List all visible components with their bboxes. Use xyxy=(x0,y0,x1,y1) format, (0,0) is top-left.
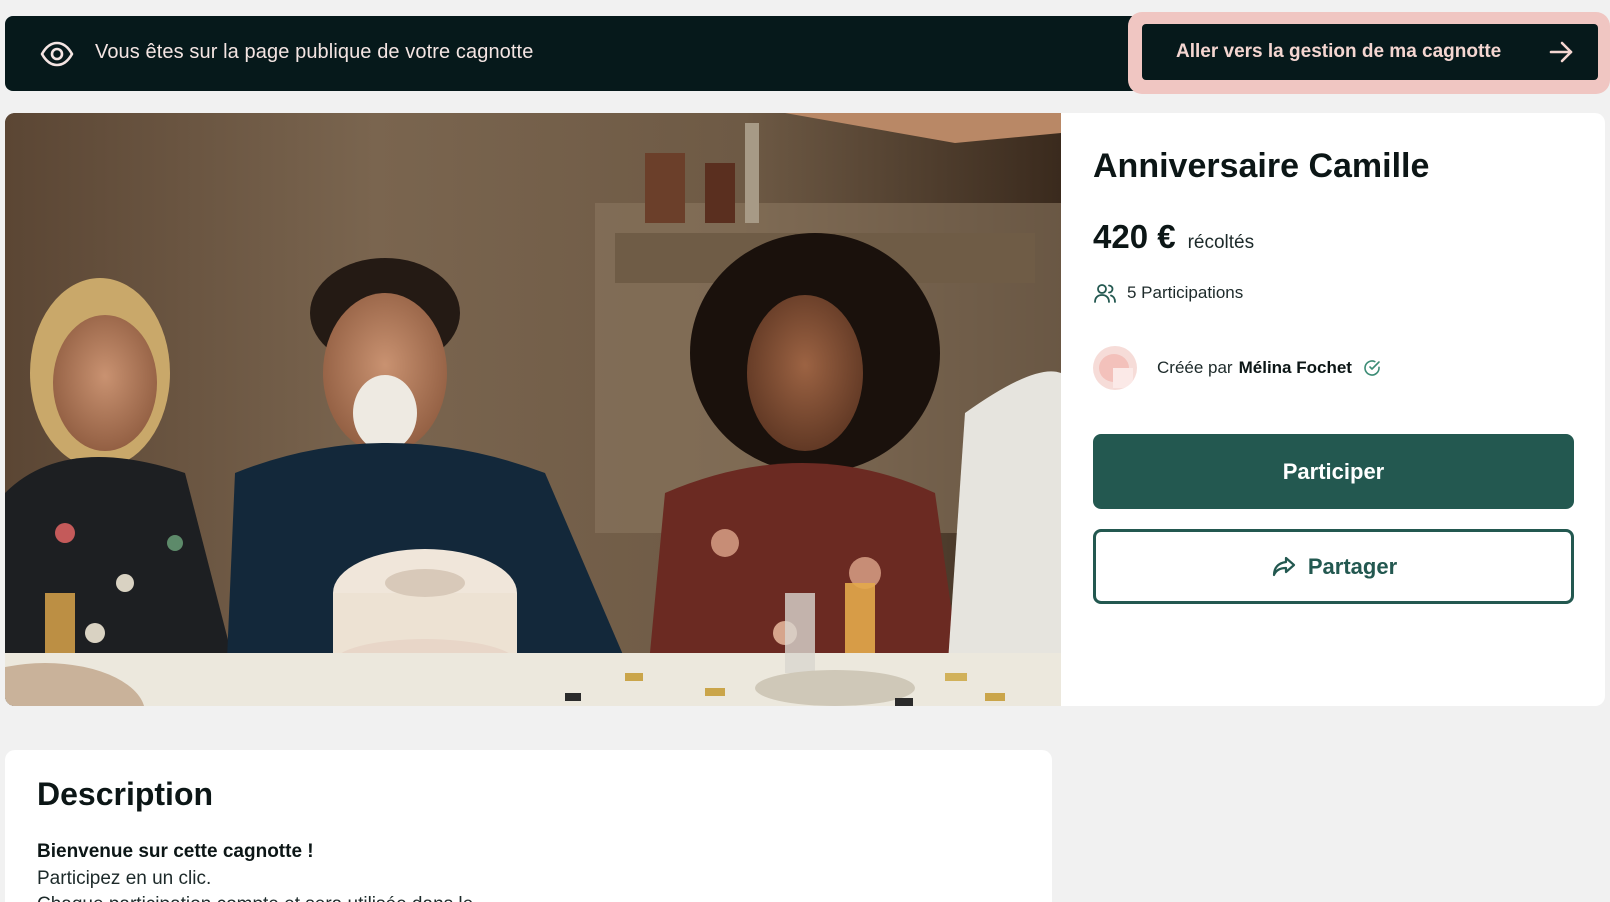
campaign-info-card: Anniversaire Camille 420 € récoltés 5 Pa… xyxy=(1061,113,1605,706)
manage-campaign-button[interactable]: Aller vers la gestion de ma cagnotte xyxy=(1142,24,1598,80)
check-circle-icon xyxy=(1364,360,1380,376)
participants-count: 5 Participations xyxy=(1093,281,1243,305)
arrow-right-icon xyxy=(1549,41,1573,63)
description-title: Description xyxy=(37,776,214,812)
share-button-label: Partager xyxy=(1307,553,1398,579)
page: Vous êtes sur la page publique de votre … xyxy=(0,0,1610,902)
share-icon xyxy=(1272,556,1295,576)
amount-row: 420 € récoltés xyxy=(1093,218,1254,256)
campaign-title: Anniversaire Camille xyxy=(1093,147,1430,185)
description-intro: Bienvenue sur cette cagnotte ! xyxy=(37,841,314,862)
creator-prefix: Créée par xyxy=(1157,358,1233,377)
description-line: Participez en un clic. xyxy=(37,868,212,889)
description-card: Description Bienvenue sur cette cagnotte… xyxy=(5,750,1052,902)
banner-text: Vous êtes sur la page publique de votre … xyxy=(95,41,534,63)
users-icon xyxy=(1094,284,1116,303)
creator-name: Mélina Fochet xyxy=(1238,358,1352,377)
avatar xyxy=(1093,346,1137,390)
share-button[interactable]: Partager xyxy=(1093,529,1574,604)
amount-suffix: récoltés xyxy=(1187,232,1255,253)
participants-text: 5 Participations xyxy=(1127,283,1244,302)
participate-button[interactable]: Participer xyxy=(1093,434,1574,509)
manage-button-label: Aller vers la gestion de ma cagnotte xyxy=(1176,41,1502,62)
creator-row: Créée par Mélina Fochet xyxy=(1093,346,1382,390)
description-line-cut: Chaque participation compte et sera util… xyxy=(37,894,473,902)
eye-icon xyxy=(39,36,75,72)
campaign-image xyxy=(5,113,1061,706)
amount-raised: 420 € xyxy=(1093,218,1176,255)
